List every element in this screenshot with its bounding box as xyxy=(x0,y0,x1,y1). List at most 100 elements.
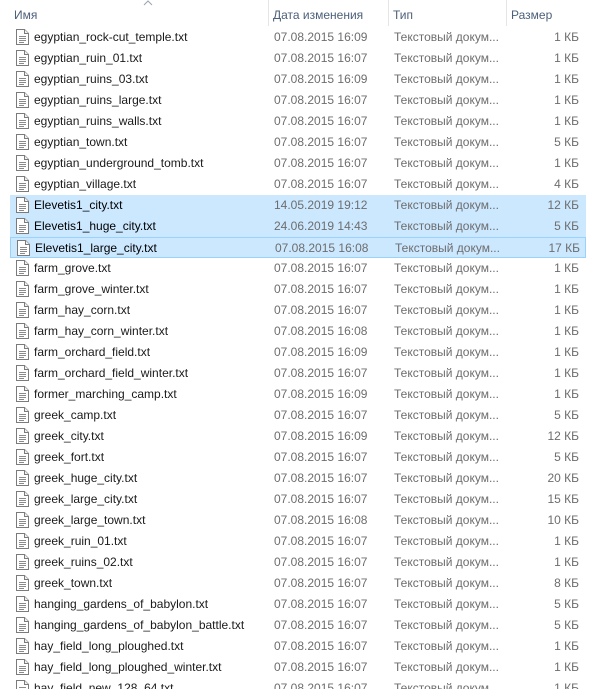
file-date-modified: 07.08.2015 16:09 xyxy=(274,387,368,401)
file-name: egyptian_rock-cut_temple.txt xyxy=(34,30,188,44)
file-size: 1 КБ xyxy=(554,660,579,674)
file-date-modified: 07.08.2015 16:07 xyxy=(274,618,368,632)
file-name: hay_field_long_ploughed.txt xyxy=(34,639,184,653)
file-name: egyptian_ruins_large.txt xyxy=(34,93,162,107)
text-document-icon xyxy=(16,554,30,570)
file-row[interactable]: greek_town.txt 07.08.2015 16:07 Текстовы… xyxy=(10,573,586,594)
file-type: Текстовый докум... xyxy=(394,555,499,569)
file-row[interactable]: greek_fort.txt 07.08.2015 16:07 Текстовы… xyxy=(10,447,586,468)
column-header-type-label: Тип xyxy=(393,8,414,22)
file-row[interactable]: egyptian_ruins_03.txt 07.08.2015 16:09 Т… xyxy=(10,69,586,90)
file-name: farm_grove.txt xyxy=(34,261,111,275)
text-document-icon xyxy=(16,134,30,150)
file-type: Текстовый докум... xyxy=(394,345,499,359)
file-row[interactable]: hay_field_long_ploughed_winter.txt 07.08… xyxy=(10,657,586,678)
file-row[interactable]: farm_grove_winter.txt 07.08.2015 16:07 Т… xyxy=(10,279,586,300)
file-date-modified: 07.08.2015 16:07 xyxy=(274,366,368,380)
file-size: 15 КБ xyxy=(547,492,579,506)
file-row[interactable]: egyptian_rock-cut_temple.txt 07.08.2015 … xyxy=(10,27,586,48)
file-date-modified: 07.08.2015 16:09 xyxy=(274,30,368,44)
file-row[interactable]: egyptian_ruins_large.txt 07.08.2015 16:0… xyxy=(10,90,586,111)
file-type: Текстовый докум... xyxy=(394,513,499,527)
text-document-icon xyxy=(16,197,30,213)
file-date-modified: 07.08.2015 16:07 xyxy=(274,261,368,275)
text-document-icon xyxy=(16,575,30,591)
file-name: greek_city.txt xyxy=(34,429,104,443)
file-size: 1 КБ xyxy=(554,303,579,317)
file-type: Текстовый докум... xyxy=(394,198,499,212)
column-header-size[interactable]: Размер xyxy=(506,0,603,26)
file-type: Текстовый докум... xyxy=(394,597,499,611)
file-size: 1 КБ xyxy=(554,93,579,107)
file-row[interactable]: greek_huge_city.txt 07.08.2015 16:07 Тек… xyxy=(10,468,586,489)
file-date-modified: 07.08.2015 16:07 xyxy=(274,555,368,569)
file-date-modified: 07.08.2015 16:07 xyxy=(274,135,368,149)
file-row[interactable]: greek_large_town.txt 07.08.2015 16:08 Те… xyxy=(10,510,586,531)
file-name: hay_field_new_128_64.txt xyxy=(34,681,174,689)
file-size: 5 КБ xyxy=(554,618,579,632)
file-size: 1 КБ xyxy=(554,345,579,359)
file-type: Текстовый докум... xyxy=(394,618,499,632)
file-size: 4 КБ xyxy=(554,177,579,191)
column-header-type[interactable]: Тип xyxy=(388,0,506,26)
file-row[interactable]: farm_hay_corn.txt 07.08.2015 16:07 Текст… xyxy=(10,300,586,321)
file-row[interactable]: farm_hay_corn_winter.txt 07.08.2015 16:0… xyxy=(10,321,586,342)
file-type: Текстовый докум... xyxy=(394,30,499,44)
file-date-modified: 07.08.2015 16:07 xyxy=(274,681,368,689)
file-row[interactable]: hay_field_long_ploughed.txt 07.08.2015 1… xyxy=(10,636,586,657)
file-name: hay_field_long_ploughed_winter.txt xyxy=(34,660,222,674)
file-type: Текстовый докум... xyxy=(394,93,499,107)
file-date-modified: 07.08.2015 16:07 xyxy=(274,156,368,170)
text-document-icon xyxy=(16,470,30,486)
file-row[interactable]: egyptian_town.txt 07.08.2015 16:07 Текст… xyxy=(10,132,586,153)
file-type: Текстовый докум... xyxy=(394,429,499,443)
file-row[interactable]: egyptian_village.txt 07.08.2015 16:07 Те… xyxy=(10,174,586,195)
file-row[interactable]: Elevetis1_large_city.txt 07.08.2015 16:0… xyxy=(10,237,586,258)
file-date-modified: 07.08.2015 16:07 xyxy=(274,282,368,296)
file-row[interactable]: egyptian_underground_tomb.txt 07.08.2015… xyxy=(10,153,586,174)
file-size: 12 КБ xyxy=(547,198,579,212)
file-name: farm_orchard_field_winter.txt xyxy=(34,366,189,380)
file-row[interactable]: greek_camp.txt 07.08.2015 16:07 Текстовы… xyxy=(10,405,586,426)
file-row[interactable]: former_marching_camp.txt 07.08.2015 16:0… xyxy=(10,384,586,405)
file-name: Elevetis1_city.txt xyxy=(34,198,123,212)
file-row[interactable]: greek_city.txt 07.08.2015 16:09 Текстовы… xyxy=(10,426,586,447)
file-name: greek_fort.txt xyxy=(34,450,105,464)
text-document-icon xyxy=(16,407,30,423)
file-row[interactable]: egyptian_ruin_01.txt 07.08.2015 16:07 Те… xyxy=(10,48,586,69)
column-header-name[interactable]: Имя xyxy=(10,0,268,26)
file-date-modified: 07.08.2015 16:07 xyxy=(274,576,368,590)
file-type: Текстовый докум... xyxy=(395,241,500,255)
column-header-date[interactable]: Дата изменения xyxy=(268,0,388,26)
file-date-modified: 07.08.2015 16:07 xyxy=(274,303,368,317)
file-size: 5 КБ xyxy=(554,219,579,233)
file-size: 1 КБ xyxy=(554,51,579,65)
file-row[interactable]: Elevetis1_huge_city.txt 24.06.2019 14:43… xyxy=(10,216,586,237)
file-type: Текстовый докум... xyxy=(394,660,499,674)
file-name: greek_large_town.txt xyxy=(34,513,146,527)
file-type: Текстовый докум... xyxy=(394,366,499,380)
file-row[interactable]: greek_ruin_01.txt 07.08.2015 16:07 Текст… xyxy=(10,531,586,552)
file-row[interactable]: Elevetis1_city.txt 14.05.2019 19:12 Текс… xyxy=(10,195,586,216)
file-row[interactable]: hanging_gardens_of_babylon.txt 07.08.201… xyxy=(10,594,586,615)
file-type: Текстовый докум... xyxy=(394,681,499,689)
file-type: Текстовый докум... xyxy=(394,639,499,653)
file-list-view: Имя Дата изменения Тип Размер egyptian_r… xyxy=(0,0,603,689)
file-row[interactable]: farm_grove.txt 07.08.2015 16:07 Текстовы… xyxy=(10,258,586,279)
file-name: greek_huge_city.txt xyxy=(34,471,138,485)
file-row[interactable]: farm_orchard_field.txt 07.08.2015 16:09 … xyxy=(10,342,586,363)
file-row[interactable]: greek_ruins_02.txt 07.08.2015 16:07 Текс… xyxy=(10,552,586,573)
text-document-icon xyxy=(16,596,30,612)
file-row[interactable]: hanging_gardens_of_babylon_battle.txt 07… xyxy=(10,615,586,636)
file-type: Текстовый докум... xyxy=(394,156,499,170)
file-row[interactable]: greek_large_city.txt 07.08.2015 16:07 Те… xyxy=(10,489,586,510)
file-date-modified: 07.08.2015 16:07 xyxy=(274,408,368,422)
file-name: farm_orchard_field.txt xyxy=(34,345,151,359)
file-row[interactable]: egyptian_ruins_walls.txt 07.08.2015 16:0… xyxy=(10,111,586,132)
text-document-icon xyxy=(16,323,30,339)
file-name: egyptian_ruins_walls.txt xyxy=(34,114,162,128)
file-name: greek_camp.txt xyxy=(34,408,117,422)
file-row[interactable]: hay_field_new_128_64.txt 07.08.2015 16:0… xyxy=(10,678,586,689)
file-type: Текстовый докум... xyxy=(394,72,499,86)
file-row[interactable]: farm_orchard_field_winter.txt 07.08.2015… xyxy=(10,363,586,384)
